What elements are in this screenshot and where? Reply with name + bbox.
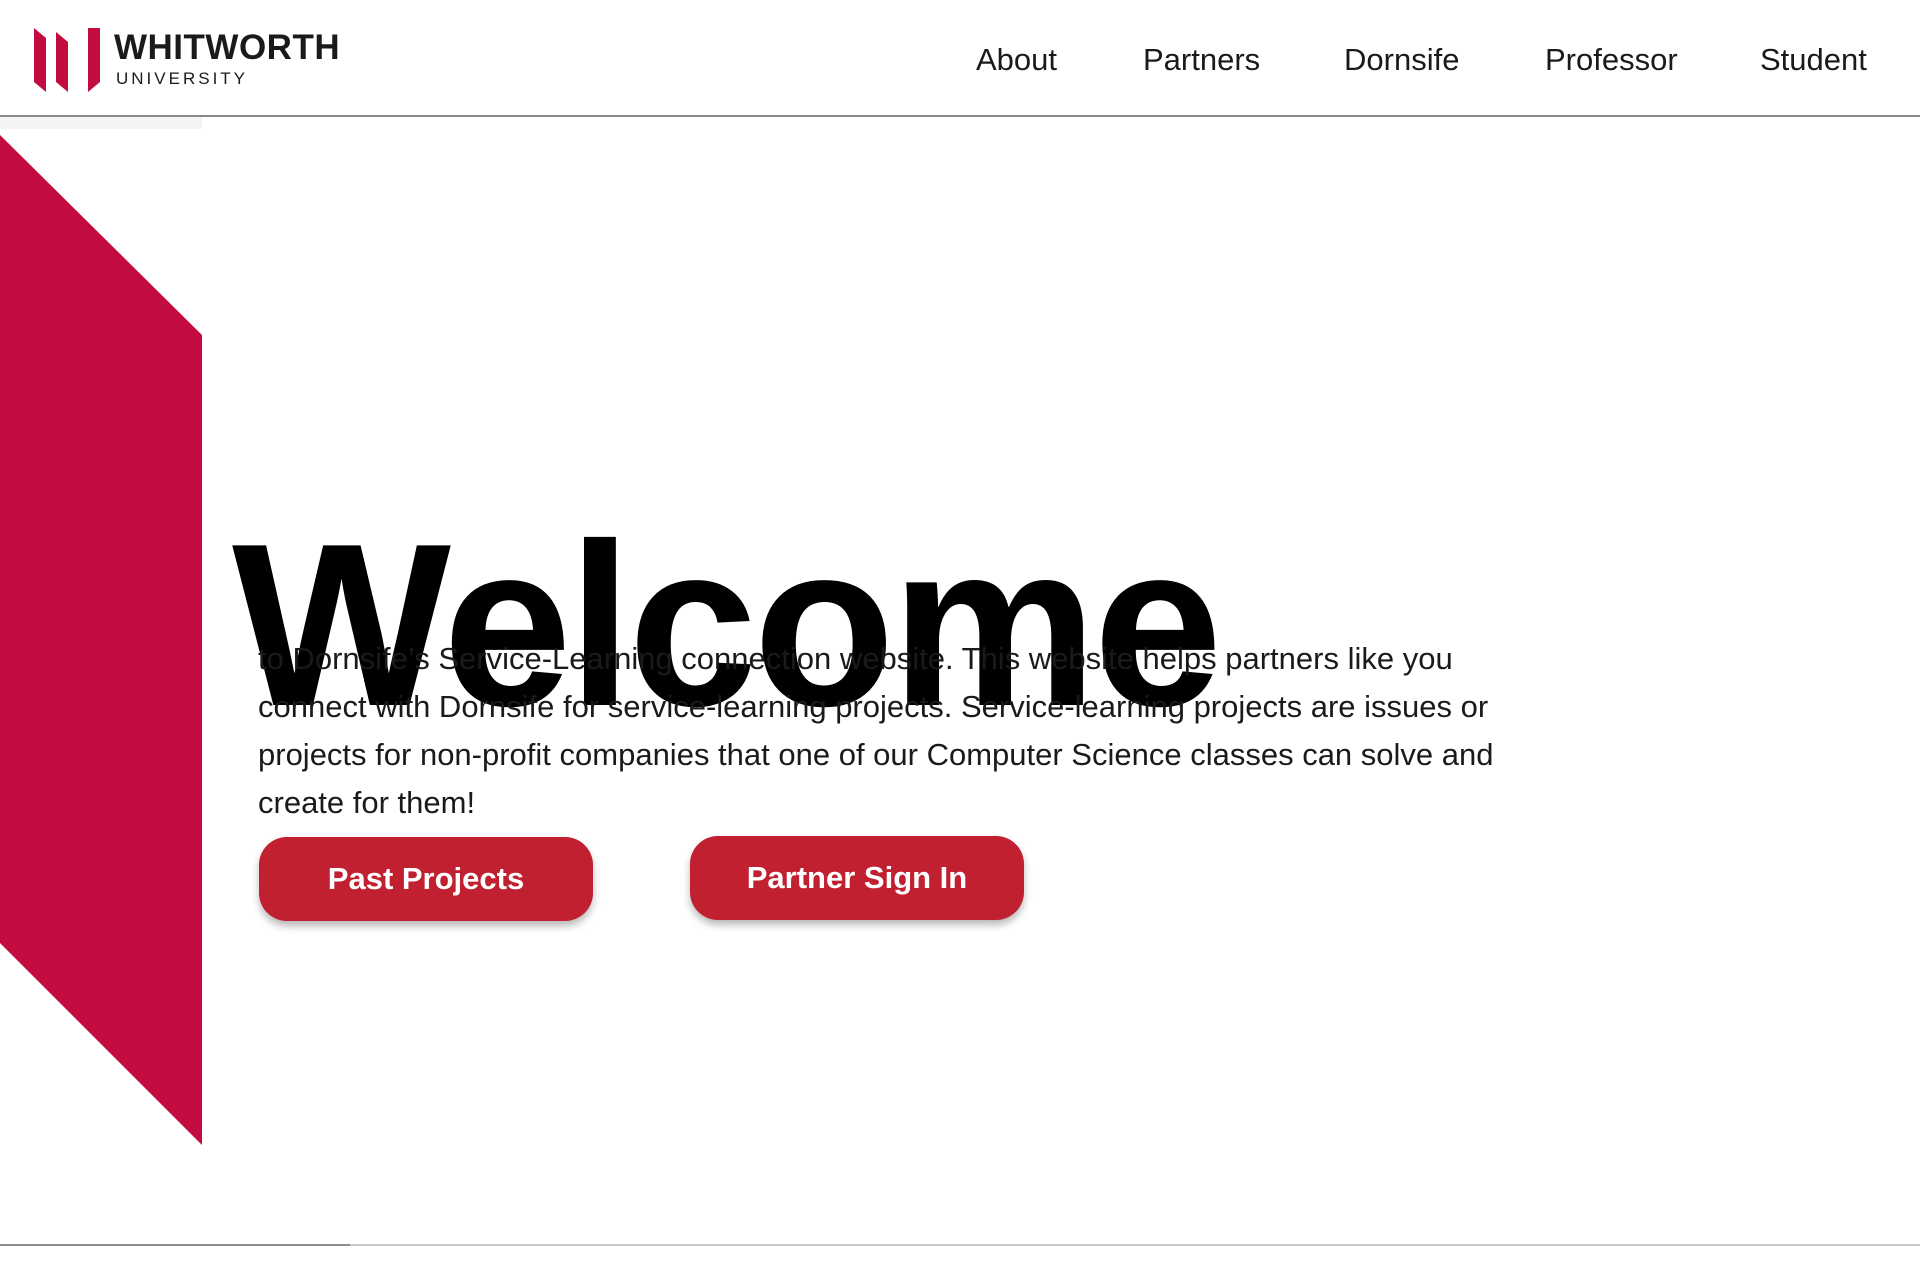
site-header: WHITWORTH UNIVERSITY About Partners Dorn…: [0, 0, 1920, 117]
whitworth-logo-icon: [34, 28, 100, 92]
nav-link-dornsife[interactable]: Dornsife: [1344, 44, 1459, 75]
logo-wordmark: WHITWORTH: [114, 28, 341, 67]
nav-link-partners[interactable]: Partners: [1143, 44, 1260, 75]
partner-sign-in-button[interactable]: Partner Sign In: [690, 836, 1024, 920]
nav-link-student[interactable]: Student: [1760, 44, 1867, 75]
nav-link-about[interactable]: About: [976, 44, 1057, 75]
footer-divider-accent: [0, 1244, 350, 1246]
page: WHITWORTH UNIVERSITY About Partners Dorn…: [0, 0, 1920, 1280]
logo-subtitle: UNIVERSITY: [116, 69, 249, 88]
past-projects-button[interactable]: Past Projects: [259, 837, 593, 921]
intro-paragraph: to Dornsife’s Service-Learning connectio…: [258, 641, 1494, 820]
hero-top-band: [0, 117, 202, 129]
logo[interactable]: WHITWORTH UNIVERSITY: [34, 28, 340, 92]
nav-link-professor[interactable]: Professor: [1545, 44, 1678, 75]
main-nav: About Partners Dornsife Professor Studen…: [920, 0, 1920, 117]
hero-accent-shape: [0, 135, 202, 1145]
